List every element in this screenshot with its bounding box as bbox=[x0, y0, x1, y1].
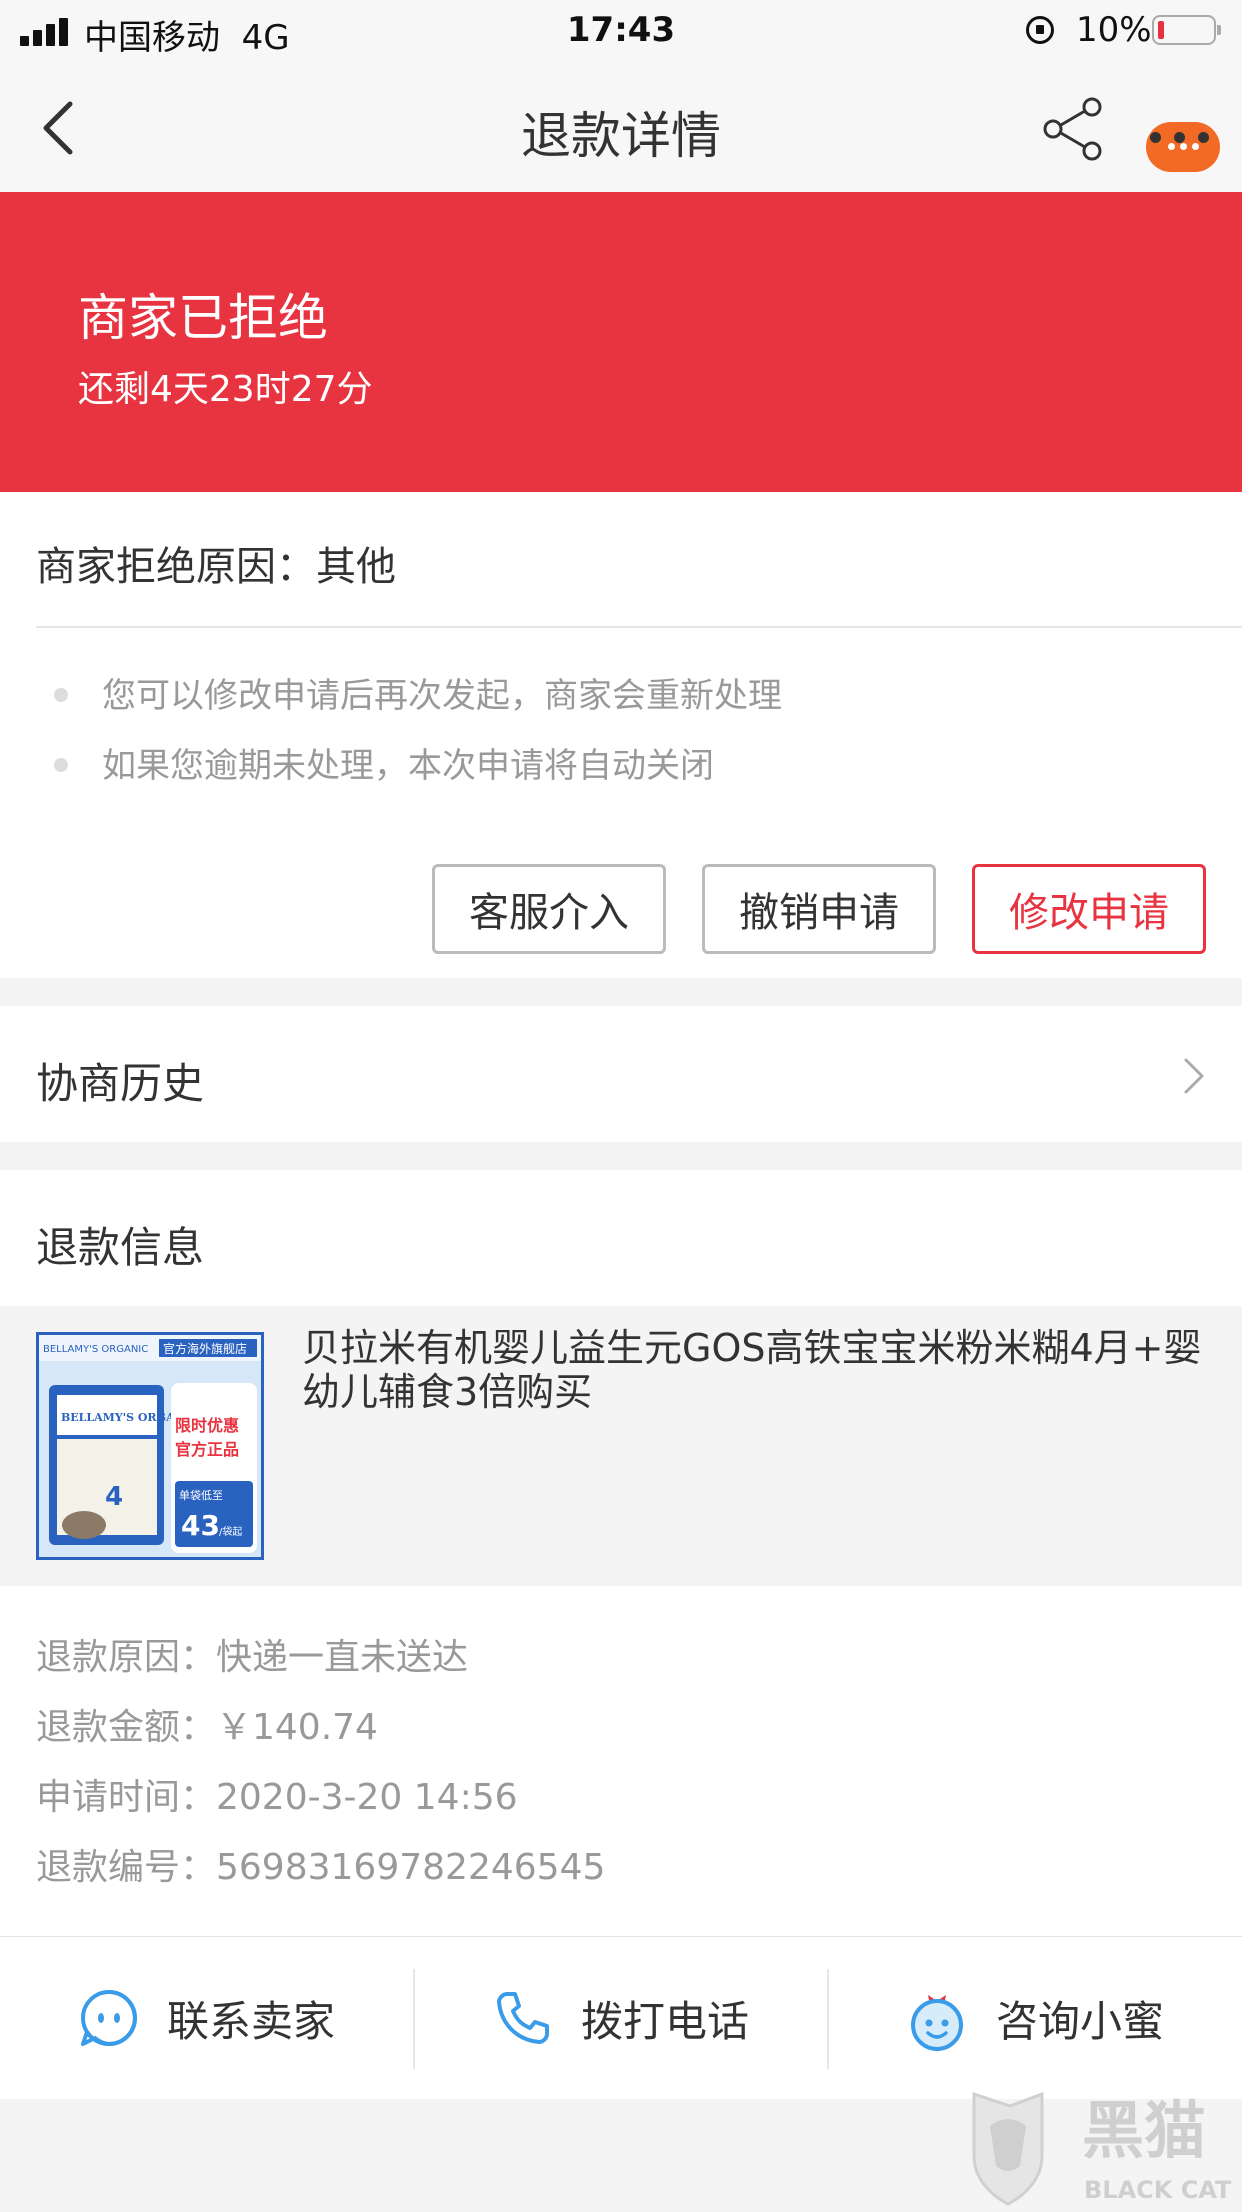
negotiation-history-row[interactable]: 协商历史 bbox=[0, 1006, 1242, 1142]
watermark-cn: 黑猫 bbox=[1082, 2094, 1206, 2167]
chevron-right-icon bbox=[1184, 1058, 1204, 1094]
action-label: 拨打电话 bbox=[580, 1996, 749, 2046]
more-dots-icon[interactable] bbox=[1150, 132, 1210, 152]
consult-assistant-button[interactable]: 咨询小蜜 bbox=[828, 1937, 1242, 2099]
apply-time: 申请时间：2020-3-20 14:56 bbox=[36, 1777, 518, 1818]
bullet-icon bbox=[54, 758, 68, 772]
promo-text: 官方正品 bbox=[175, 1440, 239, 1459]
product-title[interactable]: 贝拉米有机婴儿益生元GOS高铁宝宝米粉米糊4月+婴幼儿辅食3倍购买 bbox=[302, 1326, 1202, 1414]
promo-text: 限时优惠 bbox=[175, 1416, 239, 1435]
store-badge-text: 官方海外旗舰店 bbox=[163, 1341, 247, 1356]
refund-reason: 退款原因：快递一直未送达 bbox=[36, 1637, 469, 1678]
clock: 17:43 bbox=[566, 10, 676, 50]
price-number-text: 43 bbox=[181, 1509, 220, 1542]
svg-text:4: 4 bbox=[105, 1482, 123, 1512]
rotation-lock-icon bbox=[1026, 16, 1054, 44]
price-label-text: 单袋低至 bbox=[179, 1488, 223, 1502]
bottom-action-bar: 联系卖家 拨打电话 咨询小蜜 bbox=[0, 1936, 1242, 2099]
brand-small-text: BELLAMY'S ORGANIC bbox=[43, 1344, 148, 1355]
contact-seller-button[interactable]: 联系卖家 bbox=[0, 1937, 414, 2099]
tip-text: 您可以修改申请后再次发起，商家会重新处理 bbox=[102, 676, 782, 716]
history-label: 协商历史 bbox=[36, 1059, 205, 1108]
call-phone-button[interactable]: 拨打电话 bbox=[414, 1937, 828, 2099]
chat-face-icon bbox=[80, 1990, 137, 2046]
watermark-en: BLACK CAT bbox=[1084, 2176, 1232, 2204]
section-title: 退款信息 bbox=[36, 1223, 205, 1272]
status-bar: 中国移动 4G 17:43 10% bbox=[0, 0, 1242, 62]
assistant-face-icon bbox=[910, 1995, 963, 2051]
refund-number: 退款编号：56983169782246545 bbox=[36, 1847, 606, 1888]
reject-card: 商家拒绝原因：其他 您可以修改申请后再次发起，商家会重新处理 如果您逾期未处理，… bbox=[0, 492, 1242, 978]
refund-details: 退款原因：快递一直未送达 退款金额：￥140.74 申请时间：2020-3-20… bbox=[0, 1586, 1242, 1936]
watermark-logo: 黑猫 BLACK CAT bbox=[960, 2086, 1242, 2208]
tip-text: 如果您逾期未处理，本次申请将自动关闭 bbox=[102, 746, 714, 786]
refund-status-title: 商家已拒绝 bbox=[78, 289, 328, 347]
phone-icon bbox=[496, 1992, 549, 2044]
modify-request-button[interactable]: 修改申请 bbox=[972, 864, 1206, 954]
refund-status-banner: 商家已拒绝 还剩4天23时27分 bbox=[0, 192, 1242, 492]
refund-info-header: 退款信息 bbox=[0, 1170, 1242, 1306]
share-icon[interactable] bbox=[1040, 96, 1106, 162]
refund-countdown: 还剩4天23时27分 bbox=[78, 369, 373, 410]
divider bbox=[36, 626, 1242, 628]
price-unit-text: /袋起 bbox=[219, 1525, 242, 1538]
action-label: 咨询小蜜 bbox=[995, 1996, 1164, 2046]
refund-amount: 退款金额：￥140.74 bbox=[36, 1707, 378, 1748]
action-label: 联系卖家 bbox=[166, 1996, 335, 2046]
customer-service-button[interactable]: 客服介入 bbox=[432, 864, 666, 954]
battery-icon bbox=[1152, 15, 1221, 45]
revoke-request-button[interactable]: 撤销申请 bbox=[702, 864, 936, 954]
product-image[interactable]: BELLAMY'S ORGANIC 官方海外旗舰店 BELLAMY'S ORGA… bbox=[36, 1332, 264, 1560]
nav-bar: 退款详情 bbox=[0, 62, 1242, 193]
reject-reason: 商家拒绝原因：其他 bbox=[36, 544, 396, 590]
battery-percent: 10% bbox=[1076, 10, 1152, 50]
bullet-icon bbox=[54, 688, 68, 702]
product-image-art: BELLAMY'S ORGANIC 官方海外旗舰店 BELLAMY'S ORGA… bbox=[39, 1335, 261, 1557]
product-item[interactable]: BELLAMY'S ORGANIC 官方海外旗舰店 BELLAMY'S ORGA… bbox=[0, 1306, 1242, 1586]
